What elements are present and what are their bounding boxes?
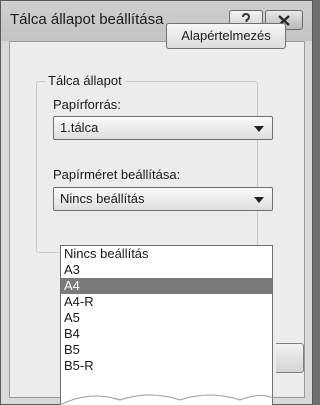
paper-source-value: 1.tálca [60,120,99,135]
paper-size-value: Nincs beállítás [60,191,145,206]
paper-size-select[interactable]: Nincs beállítás [53,187,273,211]
default-button[interactable]: Alapértelmezés [166,23,286,49]
paper-source-select[interactable]: 1.tálca [53,116,273,140]
hidden-button[interactable] [276,343,304,373]
chevron-down-icon [254,197,264,203]
list-item[interactable]: B4 [61,326,272,342]
list-item[interactable]: B5 [61,342,272,358]
page-curl-decoration [60,394,273,405]
list-item[interactable]: A3 [61,262,272,278]
list-item[interactable]: Nincs beállítás [61,246,272,262]
list-item[interactable]: A4-R [61,294,272,310]
paper-source-label: Papírforrás: [53,97,121,112]
window-title: Tálca állapot beállítása [10,11,164,28]
paper-size-label: Papírméret beállítása: [53,167,181,182]
list-item[interactable]: A5 [61,310,272,326]
list-item[interactable]: B5-R [61,358,272,374]
chevron-down-icon [254,126,264,132]
paper-size-dropdown-list: Nincs beállítás A3 A4 A4-R A5 B4 B5 B5-R [60,245,273,405]
group-label: Tálca állapot [45,73,125,88]
list-item-selected[interactable]: A4 [61,278,272,294]
